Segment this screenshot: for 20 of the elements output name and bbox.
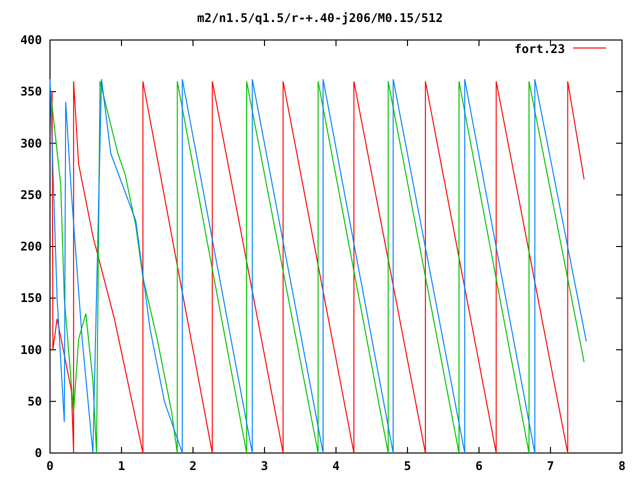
- y-tick-label: 200: [20, 240, 42, 254]
- x-tick-label: 3: [260, 459, 268, 473]
- x-tick-label: 8: [618, 459, 626, 473]
- y-tick-label: 300: [20, 136, 42, 150]
- chart-title: m2/n1.5/q1.5/r-+.40-j206/M0.15/512: [197, 11, 443, 25]
- legend-label: fort.23: [514, 42, 565, 56]
- y-tick-label: 250: [20, 188, 42, 202]
- y-tick-label: 400: [20, 33, 42, 47]
- x-tick-label: 4: [332, 459, 340, 473]
- x-tick-label: 7: [546, 459, 554, 473]
- y-tick-label: 350: [20, 84, 42, 99]
- x-tick-label: 2: [189, 459, 197, 473]
- y-tick-label: 100: [20, 342, 42, 357]
- y-tick-label: 0: [34, 446, 42, 460]
- x-tick-label: 0: [46, 459, 54, 473]
- y-tick-label: 150: [20, 291, 42, 306]
- x-tick-label: 6: [475, 459, 483, 473]
- x-tick-label: 1: [118, 459, 126, 473]
- y-tick-label: 50: [28, 394, 42, 408]
- x-tick-label: 5: [404, 459, 412, 473]
